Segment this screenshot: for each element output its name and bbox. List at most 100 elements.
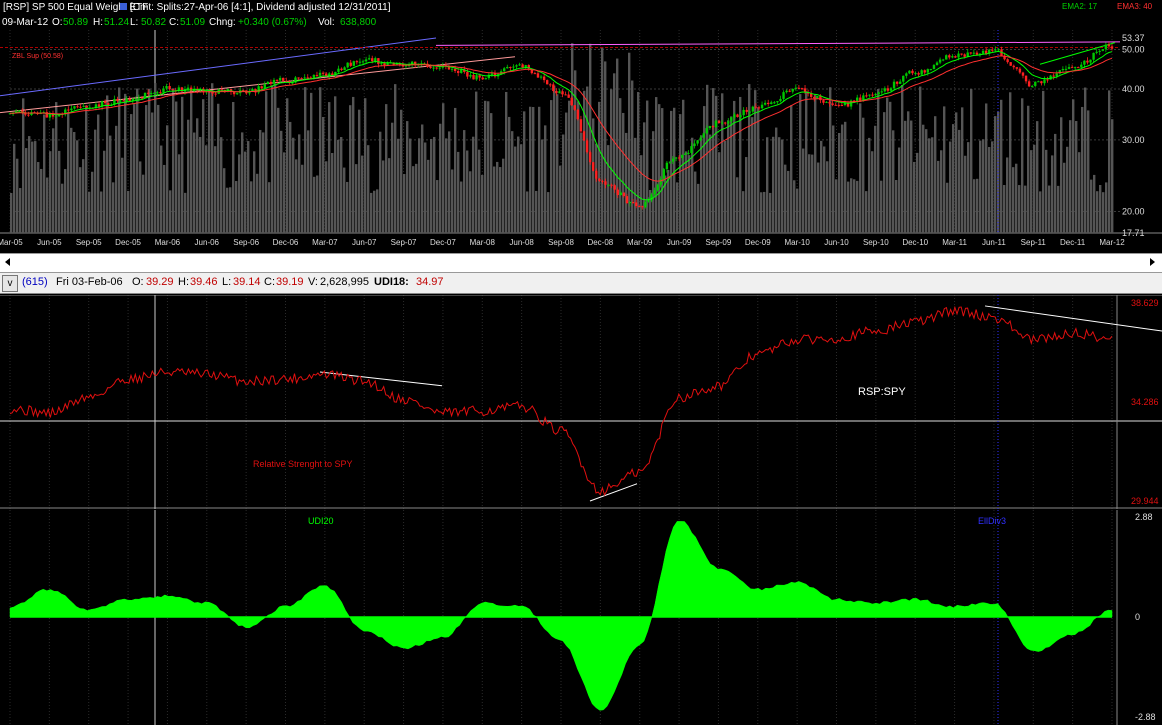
volume-bar <box>319 87 322 233</box>
price-x-tick: Jun-11 <box>982 238 1006 247</box>
candle-body <box>920 70 923 75</box>
scroll-right-icon[interactable] <box>1146 256 1158 268</box>
candle-body <box>779 98 782 102</box>
candle-body <box>1077 67 1080 69</box>
volume-bar <box>133 104 136 233</box>
candle-body <box>751 106 755 112</box>
candle-body <box>490 73 494 75</box>
candle-body <box>628 202 632 204</box>
volume-bar <box>712 88 715 233</box>
candle-body <box>1018 68 1022 73</box>
candle-body <box>478 75 481 78</box>
candle-body <box>994 49 997 51</box>
price-y-tick: 17.71 <box>1122 228 1145 238</box>
candle-body <box>432 67 435 69</box>
volume-bar <box>697 183 700 233</box>
candle-body <box>828 101 831 104</box>
info-high-value: 39.46 <box>190 276 218 288</box>
volume-bar <box>1024 185 1027 233</box>
candle-body <box>260 86 263 89</box>
volume-bar <box>841 124 844 233</box>
price-x-tick: Dec-05 <box>115 238 141 247</box>
close-value: 51.09 <box>180 17 206 28</box>
volume-bar <box>16 158 19 233</box>
candle-body <box>834 104 837 106</box>
volume-bar <box>646 100 649 233</box>
volume-bar <box>382 160 385 233</box>
volume-bar <box>1093 174 1096 233</box>
price-chart[interactable]: 53.37 50.00 40.00 30.00 20.00 17.71 Mar-05 Jun… <box>0 30 1162 253</box>
price-x-tick: Sep-05 <box>76 238 102 247</box>
volume-bar <box>223 168 226 233</box>
volume-bar <box>1048 185 1051 233</box>
volume-bar <box>361 155 364 233</box>
candle-body <box>453 68 457 72</box>
candle-body <box>981 50 985 54</box>
horizontal-scrollbar[interactable] <box>0 253 1162 273</box>
candle-body <box>567 94 570 98</box>
candle-body <box>905 73 908 76</box>
volume-bar <box>364 98 367 234</box>
candle-body <box>720 122 724 124</box>
price-x-tick: Jun-09 <box>667 238 692 247</box>
candle-body <box>601 180 604 182</box>
candle-body <box>681 154 684 158</box>
candle-body <box>1107 44 1111 47</box>
volume-bar <box>880 180 883 233</box>
price-x-tick: Jun-10 <box>824 238 849 247</box>
price-x-tick: Mar-06 <box>155 238 181 247</box>
candle-body <box>582 131 586 141</box>
volume-bar <box>178 154 181 233</box>
volume-bar <box>1057 185 1060 233</box>
volume-bar <box>220 137 223 233</box>
volume-bar <box>562 134 565 233</box>
volume-bar <box>1000 99 1003 233</box>
candle-body <box>825 101 828 103</box>
volume-bar <box>772 136 775 233</box>
candle-body <box>696 140 699 144</box>
volume-bar <box>148 88 151 234</box>
candle-body <box>625 196 629 204</box>
candle-body <box>730 117 733 122</box>
volume-bar <box>1006 157 1009 233</box>
volume-bar <box>70 127 73 233</box>
candle-body <box>923 70 926 73</box>
candle-body <box>355 61 359 63</box>
candle-body <box>708 126 712 129</box>
chart-comment: [Cmt: Splits:27-Apr-06 [4:1], Dividend a… <box>130 2 391 13</box>
candle-body <box>503 68 506 72</box>
volume-bar <box>1015 163 1018 233</box>
volume-bar <box>1111 119 1114 233</box>
volume-bar <box>1102 192 1105 233</box>
candle-body <box>908 70 911 74</box>
change-label: Chng: <box>209 17 236 28</box>
rs-description-label: Relative Strenght to SPY <box>253 459 353 469</box>
volume-bar <box>403 174 406 233</box>
candle-body <box>791 88 794 92</box>
volume-bar <box>1069 120 1072 233</box>
candle-body <box>232 91 236 95</box>
candle-body <box>349 62 352 66</box>
candle-body <box>724 122 727 124</box>
bar-info-strip: v (615) Fri 03-Feb-06 O: 39.29 H: 39.46 … <box>0 273 1162 294</box>
candle-body <box>122 100 125 102</box>
candle-body <box>315 74 319 76</box>
candle-body <box>1043 79 1046 84</box>
volume-bar <box>367 145 370 233</box>
volume-bar <box>652 131 655 233</box>
chart-header: [RSP] SP 500 Equal Weight ETF [Cmt: Spli… <box>0 0 1162 16</box>
volume-bar <box>967 142 970 233</box>
relative-strength-chart[interactable]: 38.629 34.286 29.944 RSP:SPY Relative Stre… <box>0 295 1162 509</box>
volume-bar <box>820 140 823 233</box>
panel-toggle-button[interactable]: v <box>2 275 18 292</box>
udi-chart[interactable]: 2.88 0 -2.88 UDI20 EllDiv3 <box>0 510 1162 725</box>
volume-bar <box>523 111 526 233</box>
volume-bar <box>49 151 52 233</box>
candle-body <box>116 99 119 101</box>
volume-bar <box>151 112 154 233</box>
volume-bar <box>1084 87 1087 233</box>
info-udi-label: UDI18: <box>374 276 409 288</box>
scroll-left-icon[interactable] <box>2 256 14 268</box>
volume-bar <box>514 146 517 233</box>
volume-bar <box>112 182 115 233</box>
